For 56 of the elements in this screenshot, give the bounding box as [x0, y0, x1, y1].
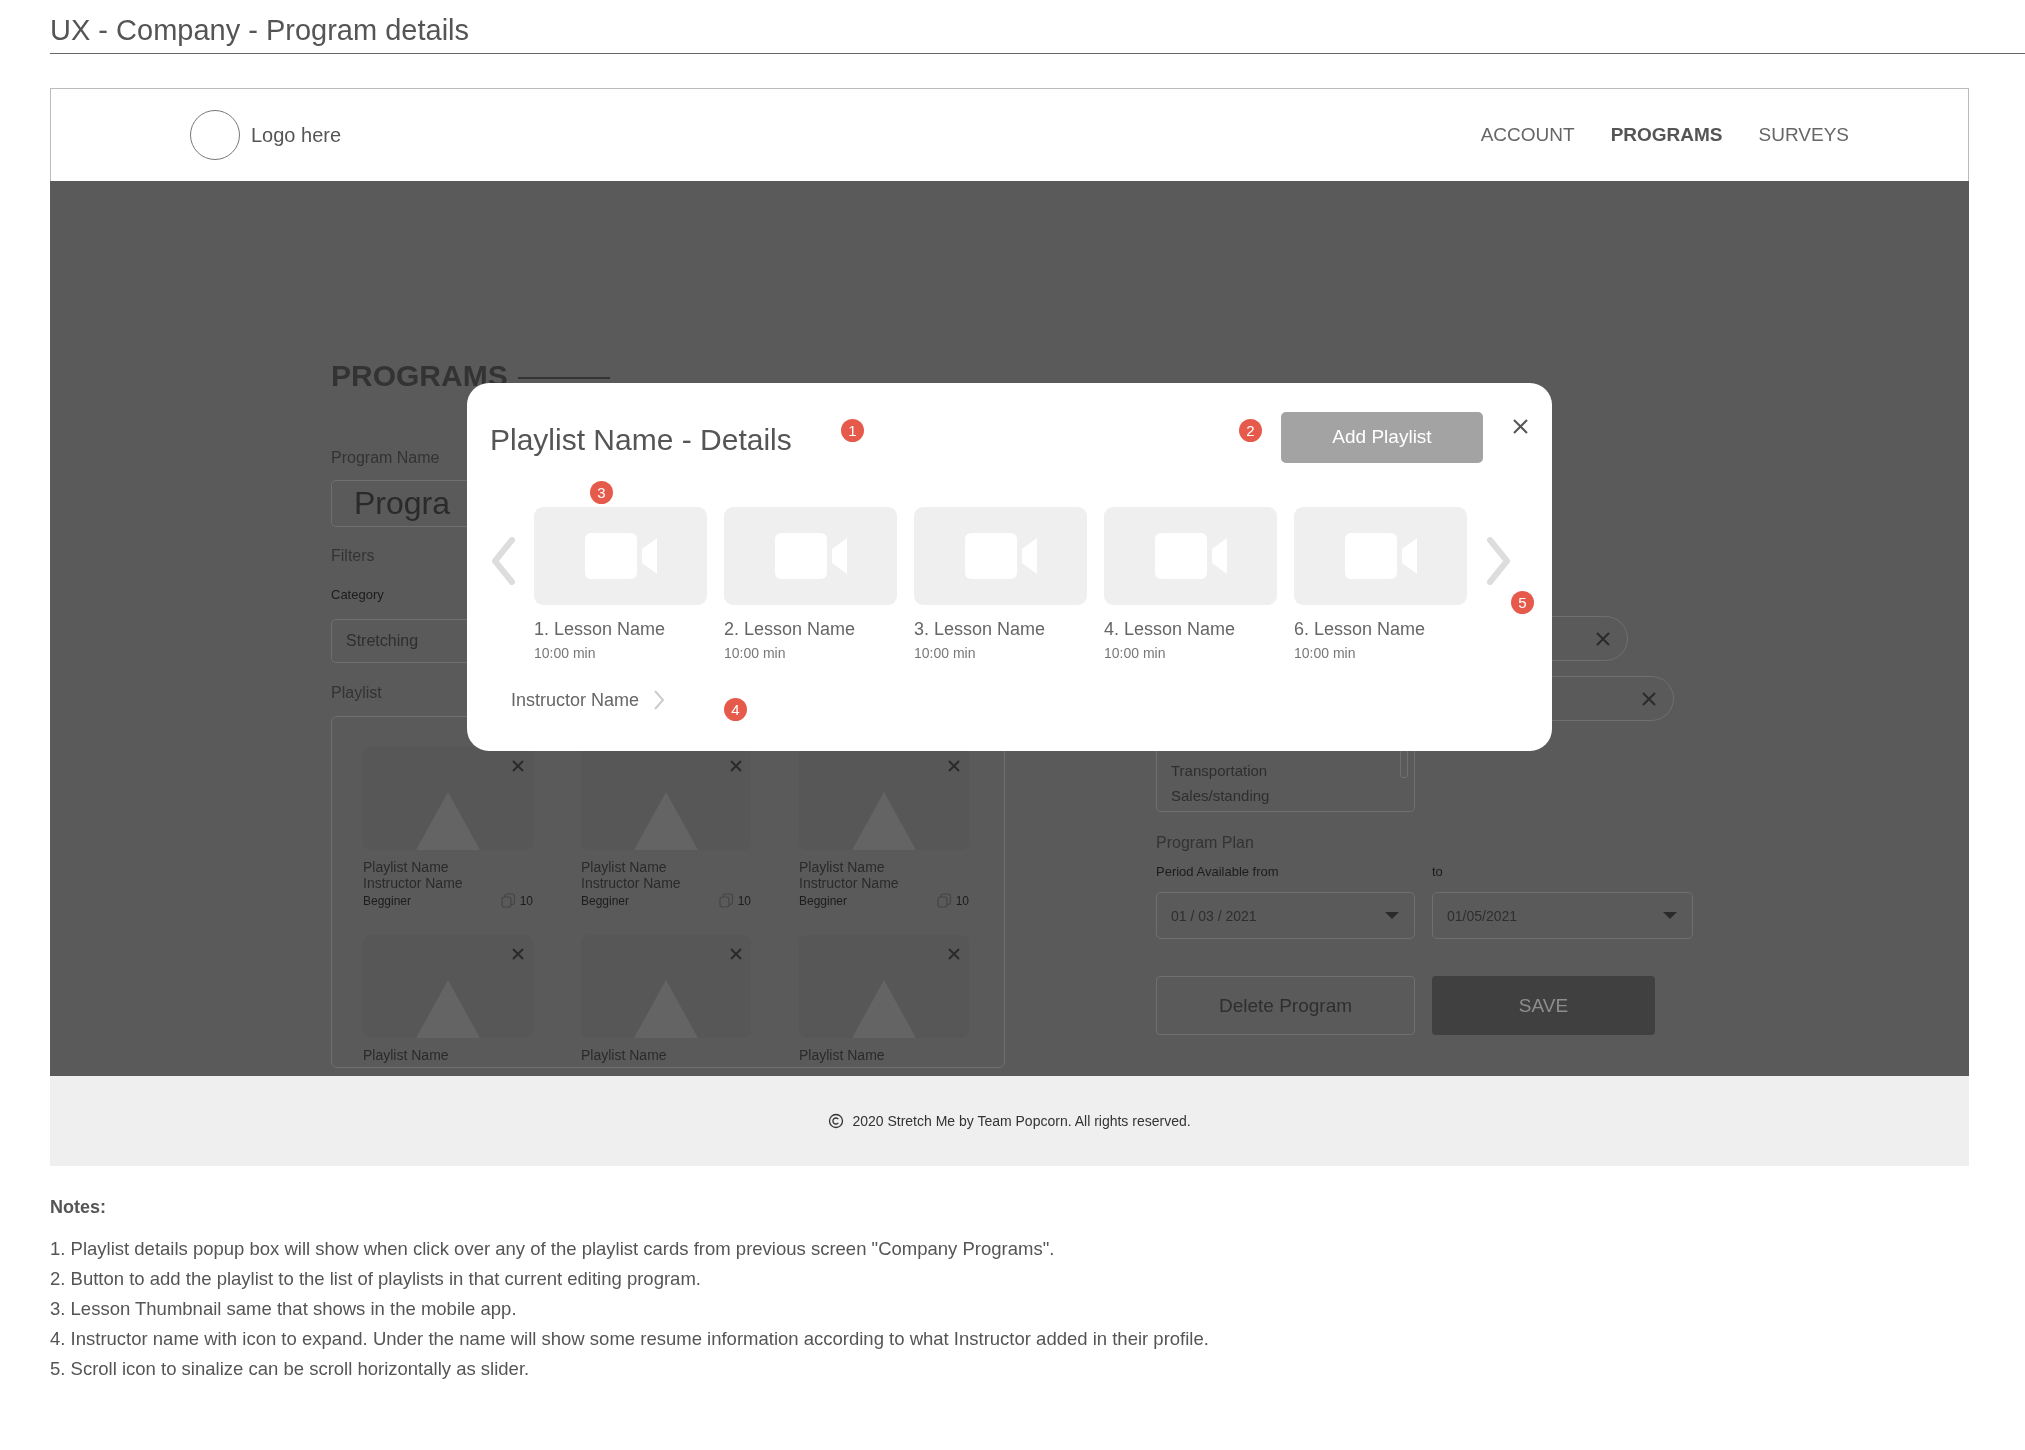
lesson-name: 4. Lesson Name [1104, 619, 1237, 640]
lesson-name: 2. Lesson Name [724, 619, 857, 640]
logo-placeholder [190, 110, 240, 160]
chevron-right-icon[interactable] [1486, 537, 1512, 585]
field-label: Category [331, 587, 384, 602]
lesson-name: 3. Lesson Name [914, 619, 1047, 640]
note-text: 5. Scroll icon to sinalize can be scroll horizontally as slider. [50, 1357, 531, 1381]
logo-text: Logo here [251, 123, 342, 147]
page-title: UX - Company - Program details [50, 14, 470, 47]
lesson-count: 10 [955, 893, 969, 908]
note-text: 3. Lesson Thumbnail same that shows in the mobile app. [50, 1297, 518, 1321]
lesson-name: 6. Lesson Name [1294, 619, 1427, 640]
lesson-duration: 10:00 min [914, 645, 977, 661]
chevron-left-icon[interactable] [490, 537, 516, 585]
nav-link[interactable]: PROGRAMS [1610, 124, 1723, 146]
field-label: to [1432, 864, 1443, 879]
lesson-duration: 10:00 min [1294, 645, 1357, 661]
note-text: 2. Button to add the playlist to the list of playlists in that current editing program. [50, 1267, 702, 1291]
chevron-right-icon[interactable] [653, 689, 666, 711]
lesson-duration: 10:00 min [534, 645, 597, 661]
annotation-marker: 5 [1511, 591, 1534, 614]
annotation-marker: 3 [590, 481, 613, 504]
remove-icon[interactable] [947, 759, 961, 773]
dropdown-caret-icon [1384, 911, 1400, 920]
annotation-marker: 4 [724, 698, 747, 721]
lesson-count: 10 [737, 893, 751, 908]
remove-icon[interactable] [729, 946, 743, 961]
lesson-duration: 10:00 min [724, 645, 787, 661]
remove-icon[interactable] [947, 946, 961, 961]
nav-link[interactable]: ACCOUNT [1480, 124, 1575, 146]
copyright-icon [828, 1113, 845, 1129]
nav-link[interactable]: SURVEYS [1758, 124, 1849, 146]
level-text: Begginer [363, 893, 412, 908]
remove-icon[interactable] [1641, 690, 1657, 707]
add-playlist-button[interactable]: Add Playlist [1281, 411, 1483, 463]
copyright-text: 2020 Stretch Me by Team Popcorn. All rights reserved. [852, 1113, 1191, 1129]
annotation-marker: 1 [841, 419, 864, 442]
lesson-name: 1. Lesson Name [534, 619, 667, 640]
annotation-marker: 2 [1239, 419, 1262, 442]
remove-icon[interactable] [511, 946, 525, 961]
lesson-count: 10 [519, 893, 533, 908]
instructor-name[interactable]: Instructor Name [511, 689, 640, 711]
level-text: Begginer [581, 893, 630, 908]
remove-icon[interactable] [511, 759, 525, 773]
notes-heading: Notes: [50, 1197, 106, 1218]
dropdown-caret-icon [1662, 911, 1678, 920]
remove-icon[interactable] [729, 759, 743, 773]
note-text: 1. Playlist details popup box will show when click over any of the playlist cards from previous screen "Company Programs". [50, 1237, 1056, 1261]
lesson-duration: 10:00 min [1104, 645, 1167, 661]
field-label: Period Available from [1156, 864, 1280, 879]
level-text: Begginer [799, 893, 848, 908]
dialog-title: Playlist Name - Details [490, 423, 792, 457]
close-icon[interactable] [1512, 417, 1529, 435]
remove-icon[interactable] [1595, 630, 1611, 647]
note-text: 4. Instructor name with icon to expand. Under the name will show some resume information according to what Instructor added in their profile. [50, 1327, 1210, 1351]
save-button[interactable]: SAVE [1432, 976, 1655, 1035]
